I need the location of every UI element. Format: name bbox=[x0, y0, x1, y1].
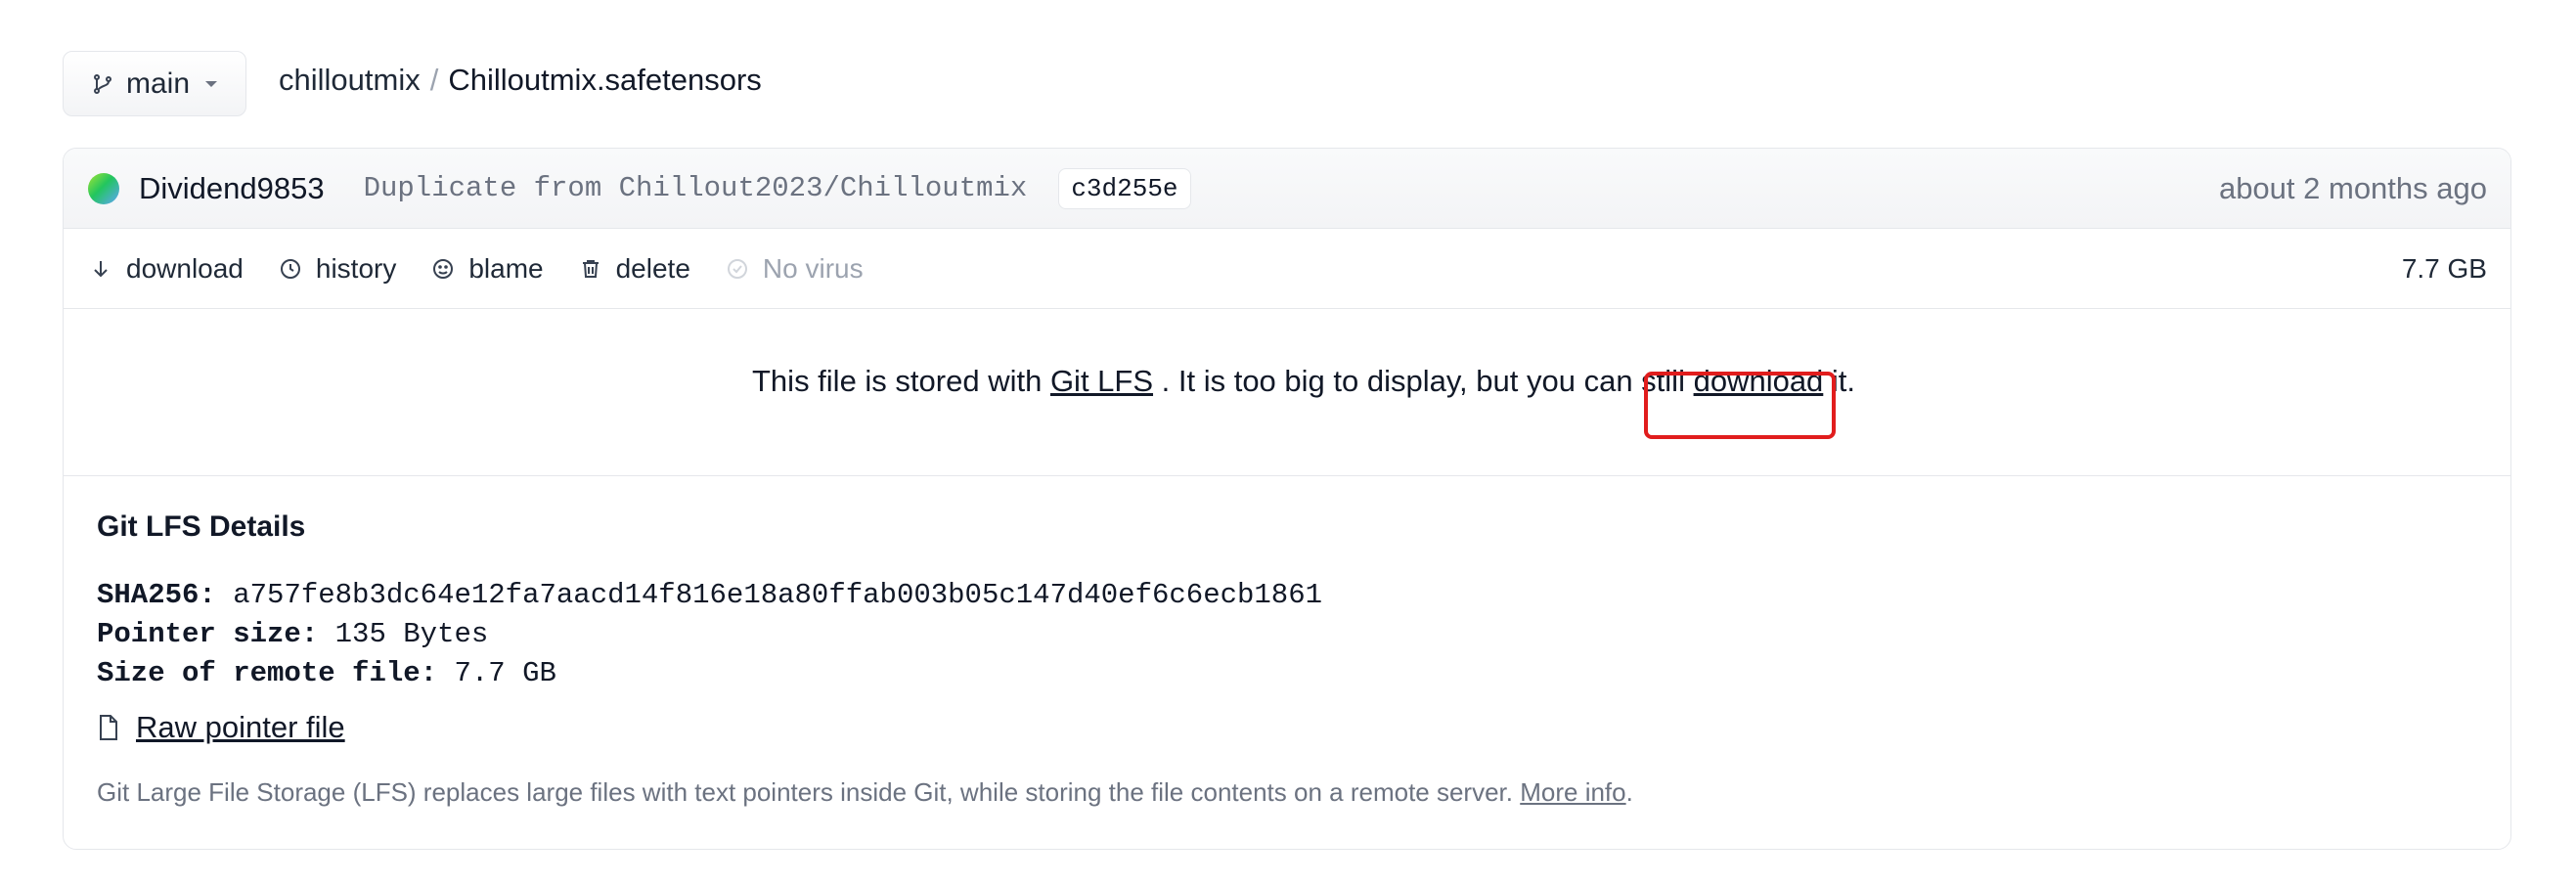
file-too-big-notice: This file is stored with Git LFS . It is… bbox=[64, 309, 2510, 476]
commit-message-link[interactable]: Duplicate from Chillout2023/Chilloutmix bbox=[364, 172, 1028, 204]
branch-selector-button[interactable]: main bbox=[63, 51, 246, 116]
remote-size-label: Size of remote file: bbox=[97, 657, 438, 689]
trash-icon bbox=[582, 259, 599, 278]
pointer-size-value: 135 Bytes bbox=[334, 618, 489, 650]
history-label: history bbox=[315, 252, 397, 284]
commit-time: about 2 months ago bbox=[2218, 170, 2487, 205]
history-button[interactable]: history bbox=[279, 253, 396, 285]
clock-icon bbox=[280, 258, 300, 279]
raw-pointer-row: Raw pointer file bbox=[97, 710, 345, 745]
lfs-details-title: Git LFS Details bbox=[97, 510, 306, 543]
breadcrumb-repo-link[interactable]: chilloutmix bbox=[279, 63, 421, 98]
last-commit-bar: Dividend9853 Duplicate from Chillout2023… bbox=[64, 149, 2510, 229]
breadcrumb: chilloutmix / Chilloutmix.safetensors bbox=[279, 63, 762, 98]
file-panel: Dividend9853 Duplicate from Chillout2023… bbox=[63, 148, 2511, 850]
lfs-details-section: Git LFS Details bbox=[97, 510, 305, 544]
pointer-size-label: Pointer size: bbox=[97, 618, 319, 650]
file-size: 7.7 GB bbox=[2401, 252, 2487, 284]
notice-text: This file is stored with Git LFS . It is… bbox=[752, 364, 1855, 399]
virus-scan-label: No virus bbox=[762, 252, 864, 284]
sha256-value: a757fe8b3dc64e12fa7aacd14f816e18a80ffab0… bbox=[233, 579, 1323, 611]
branch-label: main bbox=[126, 66, 191, 100]
smiley-icon bbox=[433, 258, 454, 279]
lfs-footer-note: Git Large File Storage (LFS) replaces la… bbox=[97, 777, 1633, 808]
avatar[interactable] bbox=[88, 172, 119, 204]
footer-text: Git Large File Storage (LFS) replaces la… bbox=[97, 777, 1521, 807]
breadcrumb-file-name: Chilloutmix.safetensors bbox=[448, 63, 762, 97]
virus-scan-status: No virus bbox=[726, 253, 864, 285]
remote-size-value: 7.7 GB bbox=[454, 657, 556, 689]
download-label: download bbox=[126, 252, 244, 284]
download-button[interactable]: download bbox=[89, 253, 244, 285]
notice-download-link[interactable]: download bbox=[1694, 364, 1824, 398]
git-lfs-link[interactable]: Git LFS bbox=[1050, 364, 1153, 398]
chevron-down-icon bbox=[205, 80, 218, 87]
commit-author-link[interactable]: Dividend9853 bbox=[139, 171, 325, 206]
raw-pointer-file-link[interactable]: Raw pointer file bbox=[136, 710, 345, 745]
file-icon bbox=[100, 715, 117, 740]
notice-text-end: it. bbox=[1823, 364, 1856, 398]
remote-size-row: Size of remote file: 7.7 GB bbox=[97, 654, 1322, 693]
notice-text-start: This file is stored with bbox=[752, 364, 1050, 398]
sha256-row: SHA256: a757fe8b3dc64e12fa7aacd14f816e18… bbox=[97, 576, 1322, 615]
notice-text-middle: . It is too big to display, but you can … bbox=[1153, 364, 1694, 398]
arrow-down-icon bbox=[94, 260, 108, 277]
sha256-label: SHA256: bbox=[97, 579, 216, 611]
delete-label: delete bbox=[615, 252, 690, 284]
footer-end: . bbox=[1625, 777, 1633, 807]
blame-button[interactable]: blame bbox=[431, 252, 544, 285]
commit-sha-badge[interactable]: c3d255e bbox=[1058, 167, 1191, 209]
blame-label: blame bbox=[468, 252, 544, 284]
shield-check-icon bbox=[727, 258, 747, 279]
delete-button[interactable]: delete bbox=[579, 253, 690, 285]
file-action-bar: download history blame delete No virus 7… bbox=[64, 229, 2510, 309]
lfs-details-values: SHA256: a757fe8b3dc64e12fa7aacd14f816e18… bbox=[97, 576, 1322, 693]
breadcrumb-separator: / bbox=[429, 63, 439, 97]
more-info-link[interactable]: More info bbox=[1520, 777, 1625, 807]
pointer-size-row: Pointer size: 135 Bytes bbox=[97, 615, 1322, 654]
git-branch-icon bbox=[94, 73, 111, 94]
